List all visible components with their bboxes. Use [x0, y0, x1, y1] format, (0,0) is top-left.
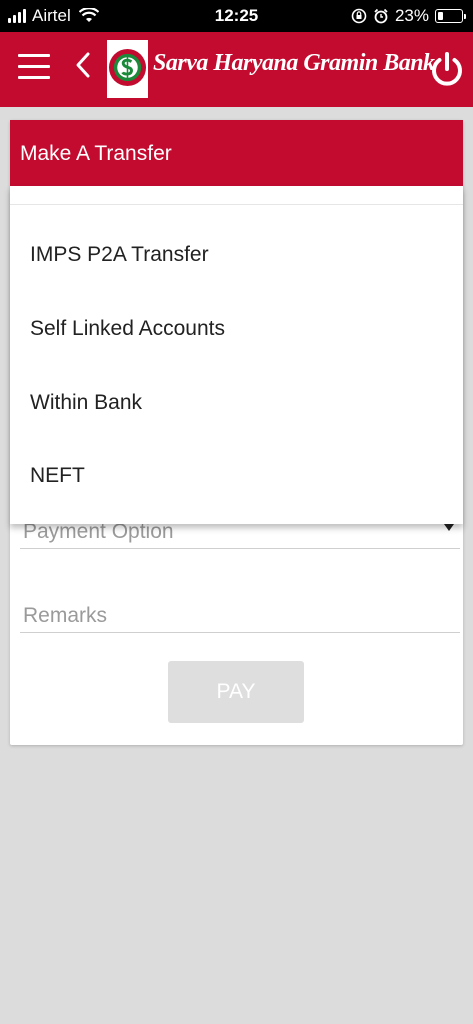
power-icon[interactable]: [429, 51, 465, 89]
pay-button[interactable]: PAY: [168, 661, 304, 723]
bank-logo: [107, 40, 148, 98]
card-title: Make A Transfer: [20, 142, 172, 165]
dropdown-item-self-linked[interactable]: Self Linked Accounts: [30, 309, 450, 349]
dropdown-arrow-icon: [444, 524, 454, 531]
remarks-input[interactable]: Remarks: [20, 594, 460, 633]
transfer-type-dropdown: IMPS P2A Transfer Self Linked Accounts W…: [10, 186, 463, 524]
menu-icon[interactable]: [18, 54, 50, 80]
battery-icon: [435, 9, 466, 23]
dropdown-divider: [10, 204, 463, 205]
status-bar: Airtel 12:25 23%: [0, 0, 473, 32]
orientation-lock-icon: [351, 8, 367, 24]
back-icon[interactable]: [72, 50, 94, 80]
dropdown-item-imps-p2a[interactable]: IMPS P2A Transfer: [30, 235, 450, 275]
dropdown-item-neft[interactable]: NEFT: [30, 456, 450, 496]
status-right: 23%: [351, 6, 466, 26]
alarm-icon: [374, 8, 388, 24]
bank-logo-emblem-icon: [108, 48, 147, 87]
dropdown-item-within-bank[interactable]: Within Bank: [30, 383, 450, 423]
remarks-placeholder: Remarks: [23, 604, 108, 627]
card-header: Make A Transfer: [10, 120, 463, 186]
app-bar: Sarva Haryana Gramin Bank: [0, 32, 473, 107]
battery-percent: 23%: [394, 6, 429, 25]
bank-name: Sarva Haryana Gramin Bank: [153, 50, 435, 76]
